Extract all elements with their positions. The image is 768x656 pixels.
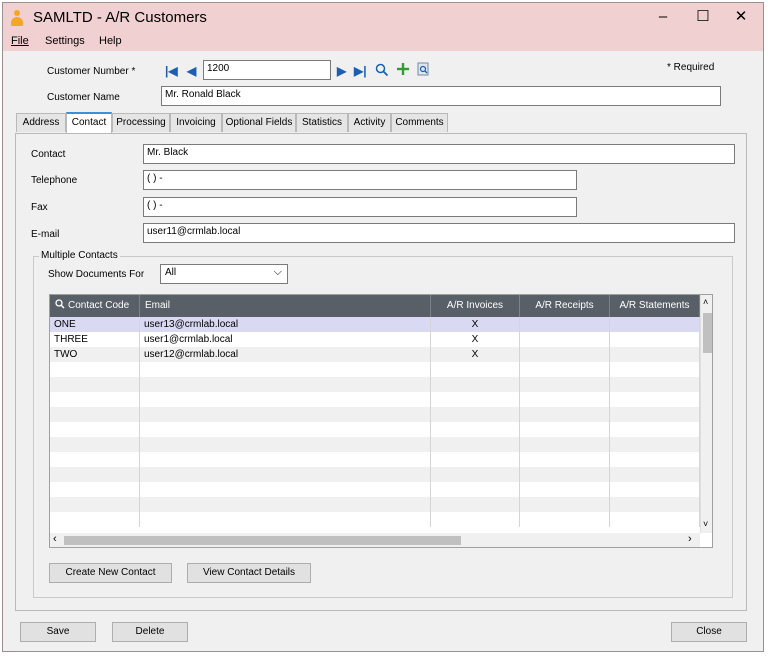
email-input[interactable]: user11@crmlab.local bbox=[143, 223, 735, 243]
vertical-scrollbar[interactable]: ˄ ˅ bbox=[700, 295, 712, 533]
zoom-document-icon[interactable] bbox=[417, 62, 430, 79]
menu-settings[interactable]: Settings bbox=[45, 35, 85, 47]
cell-ar-statements[interactable] bbox=[610, 317, 700, 332]
cell-contact-code: ONE bbox=[50, 317, 140, 332]
chevron-up-icon[interactable]: ˄ bbox=[703, 297, 708, 307]
tab-invoicing[interactable]: Invoicing bbox=[170, 113, 222, 132]
cell-email: user13@crmlab.local bbox=[140, 317, 431, 332]
tab-processing[interactable]: Processing bbox=[112, 113, 170, 132]
customer-name-label: Customer Name bbox=[47, 92, 120, 103]
cell-contact-code: THREE bbox=[50, 332, 140, 347]
customer-number-label: Customer Number * bbox=[47, 66, 136, 77]
delete-button[interactable]: Delete bbox=[112, 622, 188, 642]
add-icon[interactable] bbox=[396, 62, 410, 79]
menu-file[interactable]: File bbox=[11, 35, 29, 47]
empty-row bbox=[50, 497, 700, 512]
menu-bar: File Settings Help bbox=[3, 33, 763, 51]
column-ar-receipts[interactable]: A/R Receipts bbox=[520, 295, 610, 317]
telephone-input[interactable]: ( ) - bbox=[143, 170, 577, 190]
cell-ar-receipts[interactable] bbox=[520, 317, 610, 332]
cell-ar-receipts[interactable] bbox=[520, 332, 610, 347]
show-documents-select[interactable]: All ⌵ bbox=[160, 264, 288, 284]
title-bar: SAMLTD - A/R Customers – ☐ ✕ bbox=[3, 3, 763, 33]
column-email[interactable]: Email bbox=[140, 295, 431, 317]
multiple-contacts-title: Multiple Contacts bbox=[39, 250, 120, 261]
menu-help[interactable]: Help bbox=[99, 35, 122, 47]
show-documents-label: Show Documents For bbox=[48, 269, 145, 280]
empty-row bbox=[50, 437, 700, 452]
contact-input[interactable]: Mr. Black bbox=[143, 144, 735, 164]
view-contact-details-button[interactable]: View Contact Details bbox=[187, 563, 311, 583]
cell-ar-invoices[interactable]: X bbox=[431, 347, 520, 362]
minimize-button[interactable]: – bbox=[643, 3, 683, 33]
empty-row bbox=[50, 452, 700, 467]
menu-file-label: File bbox=[11, 35, 29, 47]
cell-ar-statements[interactable] bbox=[610, 332, 700, 347]
cell-ar-invoices[interactable]: X bbox=[431, 332, 520, 347]
table-row[interactable]: THREE user1@crmlab.local X bbox=[50, 332, 700, 347]
empty-row bbox=[50, 377, 700, 392]
first-record-icon[interactable]: |◀ bbox=[165, 64, 178, 78]
vertical-scroll-thumb[interactable] bbox=[703, 313, 712, 353]
last-record-icon[interactable]: ▶| bbox=[354, 64, 367, 78]
email-label: E-mail bbox=[31, 229, 60, 240]
chevron-down-icon: ⌵ bbox=[273, 266, 282, 278]
column-contact-code-label: Contact Code bbox=[68, 300, 130, 311]
required-note: * Required bbox=[667, 62, 715, 73]
customer-name-input[interactable]: Mr. Ronald Black bbox=[161, 86, 721, 106]
horizontal-scroll-thumb[interactable] bbox=[64, 536, 461, 545]
search-icon bbox=[55, 299, 65, 309]
save-button[interactable]: Save bbox=[20, 622, 96, 642]
chevron-right-icon[interactable]: › bbox=[688, 533, 692, 545]
cell-email: user12@crmlab.local bbox=[140, 347, 431, 362]
empty-row bbox=[50, 362, 700, 377]
fax-label: Fax bbox=[31, 202, 48, 213]
customer-number-input[interactable]: 1200 bbox=[203, 60, 331, 80]
empty-row bbox=[50, 467, 700, 482]
table-row[interactable]: TWO user12@crmlab.local X bbox=[50, 347, 700, 362]
empty-row bbox=[50, 512, 700, 527]
menu-help-label: Help bbox=[99, 35, 122, 47]
contacts-grid: Contact Code Email A/R Invoices A/R Rece… bbox=[49, 294, 713, 548]
cell-ar-statements[interactable] bbox=[610, 347, 700, 362]
column-ar-invoices[interactable]: A/R Invoices bbox=[431, 295, 520, 317]
menu-settings-label: Settings bbox=[45, 35, 85, 47]
empty-row bbox=[50, 422, 700, 437]
create-new-contact-button[interactable]: Create New Contact bbox=[49, 563, 172, 583]
tab-contact[interactable]: Contact bbox=[66, 112, 112, 133]
maximize-button[interactable]: ☐ bbox=[683, 3, 723, 33]
contact-label: Contact bbox=[31, 149, 66, 160]
tab-comments[interactable]: Comments bbox=[391, 113, 448, 132]
previous-record-icon[interactable]: ◀ bbox=[187, 64, 196, 78]
close-button[interactable]: Close bbox=[671, 622, 747, 642]
column-ar-statements[interactable]: A/R Statements bbox=[610, 295, 700, 317]
tab-address[interactable]: Address bbox=[16, 113, 66, 132]
chevron-left-icon[interactable]: ‹ bbox=[53, 533, 57, 545]
telephone-label: Telephone bbox=[31, 175, 78, 186]
chevron-down-icon[interactable]: ˅ bbox=[703, 519, 708, 529]
show-documents-value: All bbox=[165, 267, 177, 278]
tab-activity[interactable]: Activity bbox=[348, 113, 391, 132]
window-title: SAMLTD - A/R Customers bbox=[33, 9, 207, 26]
table-row[interactable]: ONE user13@crmlab.local X bbox=[50, 317, 700, 332]
empty-row bbox=[50, 482, 700, 497]
cell-ar-invoices[interactable]: X bbox=[431, 317, 520, 332]
grid-header: Contact Code Email A/R Invoices A/R Rece… bbox=[50, 295, 700, 317]
column-contact-code[interactable]: Contact Code bbox=[50, 295, 140, 317]
tab-optional-fields[interactable]: Optional Fields bbox=[222, 113, 296, 132]
app-person-icon bbox=[11, 10, 23, 26]
next-record-icon[interactable]: ▶ bbox=[337, 64, 346, 78]
cell-contact-code: TWO bbox=[50, 347, 140, 362]
search-icon[interactable] bbox=[375, 63, 389, 80]
cell-email: user1@crmlab.local bbox=[140, 332, 431, 347]
fax-input[interactable]: ( ) - bbox=[143, 197, 577, 217]
empty-row bbox=[50, 407, 700, 422]
tab-statistics[interactable]: Statistics bbox=[296, 113, 348, 132]
empty-row bbox=[50, 392, 700, 407]
cell-ar-receipts[interactable] bbox=[520, 347, 610, 362]
horizontal-scrollbar[interactable]: ‹ › bbox=[50, 533, 700, 547]
close-window-button[interactable]: ✕ bbox=[721, 3, 761, 33]
